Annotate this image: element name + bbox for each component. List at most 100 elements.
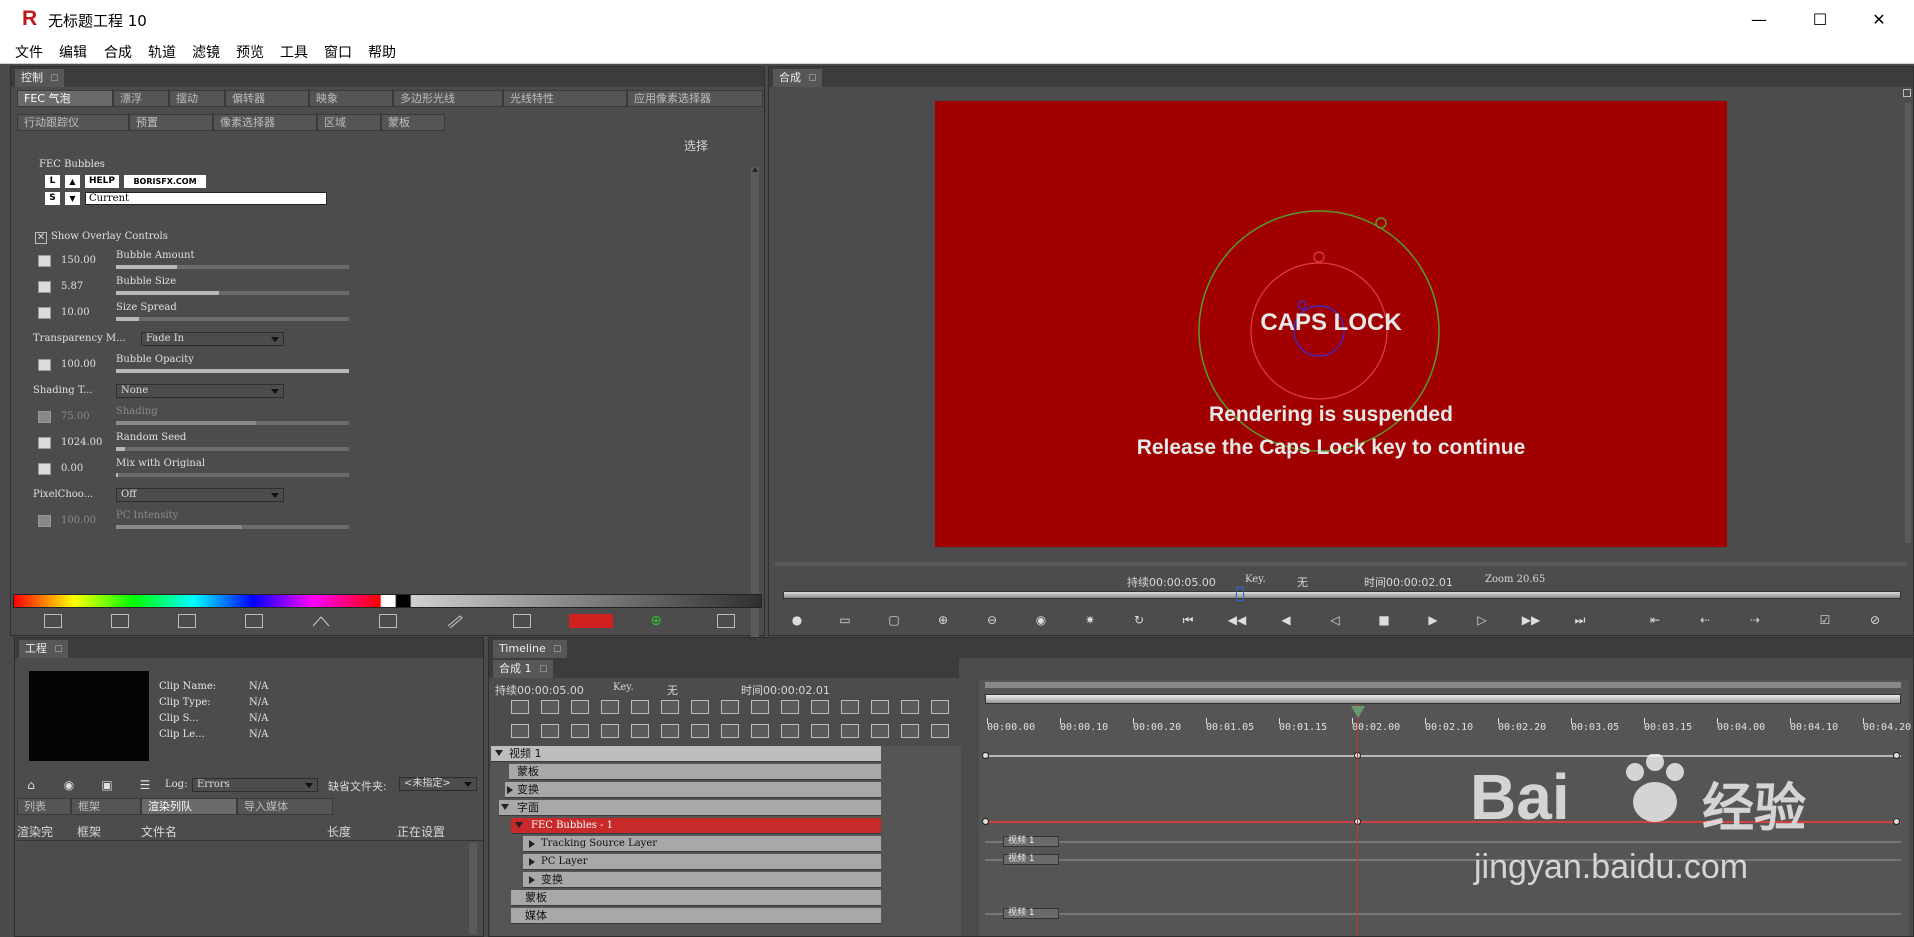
tracking-source-chip[interactable]: 视频 1 [1003,836,1059,847]
pixel-chooser-dropdown[interactable]: Off [116,488,284,502]
go-to-out-icon[interactable]: ⇢ [1745,612,1765,628]
col-render-done[interactable]: 渲染完 [17,823,53,840]
keyframe-marker[interactable] [982,752,989,759]
timeline-tool-icon[interactable] [901,700,919,714]
new-bin-icon[interactable]: ▣ [97,777,117,793]
filter-tab-float[interactable]: 漂浮 [113,90,169,107]
timeline-tool-icon[interactable] [631,724,649,738]
work-area-bar[interactable] [985,694,1901,704]
filter-tab-fec-bubbles[interactable]: FEC 气泡 [17,90,113,107]
bubble-opacity-slider[interactable] [116,369,349,373]
filter-tab-wobble[interactable]: 摆动 [169,90,225,107]
pc-layer-track-line[interactable] [985,859,1901,861]
timeline-tool-icon[interactable] [721,700,739,714]
timeline-tool-icon[interactable] [571,700,589,714]
filter-tab-pixel-chooser[interactable]: 像素选择器 [213,114,317,131]
close-button[interactable]: ✕ [1856,6,1902,34]
filter-tab-presets[interactable]: 预置 [129,114,213,131]
pc-layer-chip[interactable]: 视频 1 [1003,854,1059,865]
import-icon[interactable]: ⌂ [21,777,41,793]
go-to-end-icon[interactable]: ⏭ [1570,612,1590,628]
borisfx-link[interactable]: BORISFX.COM [124,175,206,188]
timeline-tool-icon[interactable] [871,700,889,714]
project-tab-render-queue[interactable]: 渲染列队 [141,798,237,815]
expand-icon[interactable] [529,840,535,848]
view-icon[interactable]: ◉ [59,777,79,793]
timeline-tool-icon[interactable] [811,700,829,714]
track-mask[interactable]: 蒙板 [509,764,881,780]
filter-tab-polygon-rays[interactable]: 多边形光线 [393,90,503,107]
save-preset-button[interactable]: S [45,192,60,205]
log-level-dropdown[interactable]: Errors [192,778,318,792]
scrub-playhead[interactable] [1236,587,1244,601]
safe-area-icon[interactable]: ▢ [884,612,904,628]
tab-close-icon[interactable] [553,645,561,652]
timeline-tool-icon[interactable] [781,724,799,738]
bubble-size-slider[interactable] [116,291,349,295]
bubble-amount-value[interactable]: 150.00 [61,255,96,266]
show-overlay-checkbox[interactable]: ✕ [35,232,47,244]
tab-close-icon[interactable] [51,74,58,81]
filter-tool-4-icon[interactable] [245,614,263,628]
prev-frame-icon[interactable]: ◀ [1276,612,1296,628]
bubble-size-value[interactable]: 5.87 [61,281,83,292]
menu-preview[interactable]: 预览 [236,42,264,62]
record-icon[interactable]: ● [787,612,807,628]
bubble-amount-keyframe-checkbox[interactable] [38,255,51,267]
col-length[interactable]: 长度 [327,823,351,840]
tab-close-icon[interactable] [809,74,816,81]
tab-control[interactable]: 控制 [15,69,64,87]
timeline-tool-icon[interactable] [511,724,529,738]
render-settings-icon[interactable]: ✷ [1080,612,1100,628]
col-current-setting[interactable]: 正在设置 [397,823,445,840]
timeline-tool-icon[interactable] [661,724,679,738]
bubble-opacity-keyframe-checkbox[interactable] [38,359,51,371]
random-seed-keyframe-checkbox[interactable] [38,437,51,449]
timeline-tool-icon[interactable] [691,700,709,714]
tab-composite[interactable]: 合成 [773,69,822,87]
project-tab-list[interactable]: 列表 [17,798,71,815]
expand-icon[interactable] [495,750,503,756]
timeline-tool-icon[interactable] [541,724,559,738]
track-fec-bubbles[interactable]: FEC Bubbles - 1 [511,818,881,834]
playhead-handle-icon[interactable] [1351,706,1365,718]
timeline-tool-icon[interactable] [811,724,829,738]
menu-tools[interactable]: 工具 [280,42,308,62]
track-video-1[interactable]: 视频 1 [491,746,881,762]
filter-tab-deflector[interactable]: 偏转器 [225,90,309,107]
timeline-tool-icon[interactable] [691,724,709,738]
control-scrollbar[interactable] [751,167,759,645]
shading-type-dropdown[interactable]: None [116,384,284,398]
filter-tab-mask[interactable]: 蒙板 [381,114,445,131]
timeline-tool-icon[interactable] [571,724,589,738]
play-reverse-icon[interactable]: ◁ [1325,612,1345,628]
timeline-tool-icon[interactable] [751,700,769,714]
next-keyframe-icon[interactable]: ▶▶ [1521,612,1541,628]
timeline-tool-icon[interactable] [841,724,859,738]
load-preset-button[interactable]: L [45,175,60,188]
timeline-tool-icon[interactable] [751,724,769,738]
composite-canvas[interactable]: CAPS LOCK Rendering is suspended Release… [935,101,1727,547]
scrub-bar[interactable] [783,591,1901,599]
menu-edit[interactable]: 编辑 [59,42,87,62]
time-ruler[interactable]: 00:00.00 00:00.10 00:00.20 00:01.05 00:01.15… [979,706,1911,740]
help-button[interactable]: HELP [85,175,119,188]
col-filename[interactable]: 文件名 [141,823,177,840]
color-spectrum-bar[interactable] [13,594,762,608]
stop-icon[interactable]: ■ [1374,612,1394,628]
timeline-tool-icon[interactable] [931,700,949,714]
size-spread-keyframe-checkbox[interactable] [38,307,51,319]
panel-menu-icon[interactable] [1903,89,1911,97]
timeline-tool-icon[interactable] [631,700,649,714]
filter-tab-reflection[interactable]: 映象 [309,90,393,107]
filter-tab-region[interactable]: 区域 [317,114,381,131]
bubble-size-keyframe-checkbox[interactable] [38,281,51,293]
tab-close-icon[interactable] [539,665,547,672]
expand-icon[interactable] [529,858,535,866]
snapshot-icon[interactable]: ▭ [835,612,855,628]
timeline-tool-icon[interactable] [841,700,859,714]
maximize-button[interactable]: ☐ [1797,6,1843,34]
target-green-icon[interactable]: ⊕ [647,614,665,628]
go-to-start-icon[interactable]: ⏮ [1178,612,1198,628]
timeline-tool-icon[interactable] [871,724,889,738]
